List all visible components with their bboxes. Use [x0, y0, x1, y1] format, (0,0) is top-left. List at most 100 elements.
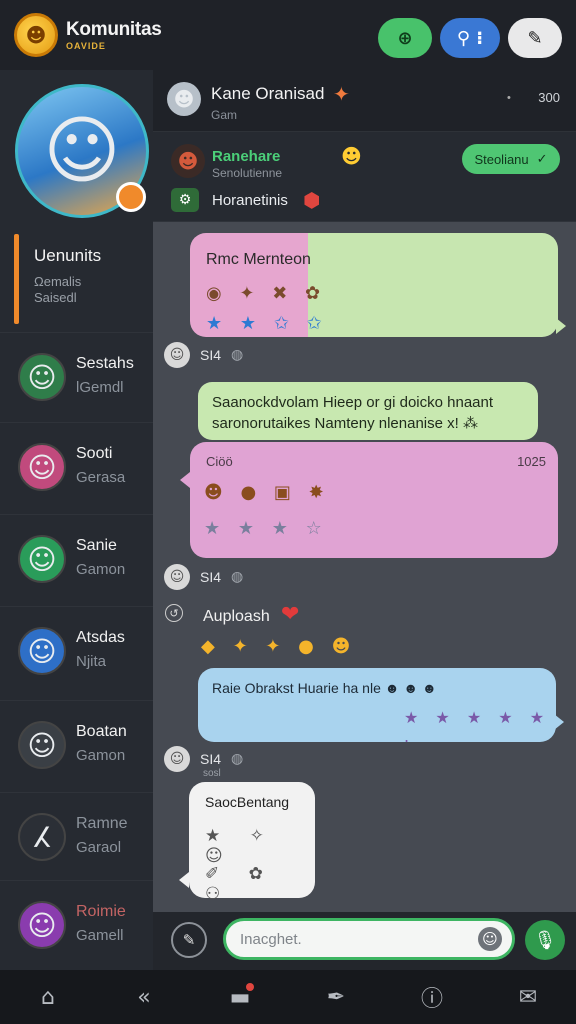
avatar: ☺: [18, 535, 66, 583]
message-input[interactable]: [240, 927, 470, 951]
sidebar-item[interactable]: ☺ Atsdas Njita: [0, 606, 153, 696]
dot-icon: •: [507, 92, 511, 104]
plain-message-text: Auploash: [203, 608, 270, 625]
sidebar-item-status: Njita: [76, 653, 107, 670]
message-title: Rmc Mernteon: [206, 251, 311, 268]
sidebar-item-status: Gamon: [76, 561, 126, 578]
header-time: 300: [538, 90, 560, 105]
subtitle-line-2: Saisedl: [34, 290, 77, 305]
emoji-row: ◉ ✦ ✖ ✿: [206, 283, 327, 304]
sidebar-item[interactable]: ☺ Boatan Gamon: [0, 700, 153, 790]
sidebar-item-active[interactable]: Uenunits Ωemalis Saisedl: [0, 234, 153, 326]
message-meta: ☺ SI4 ◍: [164, 564, 243, 590]
back-icon[interactable]: «: [124, 977, 164, 1017]
profile-face-icon: ☺: [43, 108, 121, 194]
feather-icon[interactable]: ✒: [316, 977, 356, 1017]
sidebar-item[interactable]: ☺ Sooti Gerasa: [0, 422, 153, 512]
sender-label: SI4: [200, 569, 222, 585]
sticker-row[interactable]: ★ ✧ ☺: [205, 826, 315, 866]
profile-badge: [116, 182, 146, 212]
heart-icon[interactable]: ❤: [281, 602, 299, 627]
chat-icon[interactable]: ✉: [508, 977, 548, 1017]
pinned-action-button[interactable]: Steolianu ✓: [462, 144, 560, 174]
emoji-picker-icon[interactable]: ☺: [478, 927, 502, 951]
sidebar-item-name: Sestahs: [76, 355, 134, 372]
message-bubble[interactable]: Rmc Mernteon ◉ ✦ ✖ ✿ ★ ★ ✩ ✩: [190, 233, 558, 337]
emoji-icon: ☻: [341, 144, 362, 168]
attach-button[interactable]: ✎: [171, 922, 207, 958]
sidebar-item-name: Ramne: [76, 815, 128, 832]
sidebar-item-status: Gerasa: [76, 469, 126, 486]
contact-avatar[interactable]: ☻: [167, 82, 201, 116]
emoji-row: ☻ ● ▣ ✸: [204, 482, 330, 503]
pinned-avatar[interactable]: ☻: [171, 144, 205, 178]
top-bar: ☻ Komunitas OAVIDE ⊕ ⚲ ⁝ ✎: [0, 0, 576, 70]
star-rating: ★ ★ ✩ ✩: [206, 313, 328, 334]
sidebar-item[interactable]: ⵃ Ramne Garaol: [0, 792, 153, 882]
sidebar-item-status: Garaol: [76, 839, 122, 856]
gear-icon[interactable]: ⚙: [171, 188, 199, 212]
reaction-icon[interactable]: ◍: [231, 569, 243, 585]
sidebar-item-label: Uenunits: [34, 246, 102, 265]
avatar[interactable]: ☺: [164, 564, 190, 590]
notification-badge: [246, 983, 254, 991]
avatar[interactable]: ☺: [164, 342, 190, 368]
bottom-nav: ⌂ « ▬ ✒ ⓘ ✉: [0, 970, 576, 1024]
message-meta: ☺ SI4 ◍: [164, 342, 243, 368]
notifications-icon[interactable]: ▬: [220, 977, 260, 1017]
message-title: SaocBentang: [205, 794, 290, 810]
brand-name: Komunitas: [66, 19, 162, 40]
message-list[interactable]: Rmc Mernteon ◉ ✦ ✖ ✿ ★ ★ ✩ ✩ ☺ SI4 ◍ Saa…: [153, 222, 576, 912]
reaction-icon[interactable]: ◍: [231, 751, 243, 767]
sidebar-item-status: lGemdl: [76, 379, 124, 396]
avatar[interactable]: ☺: [164, 746, 190, 772]
message-text: Saanockdvolam Hieep or gi doicko hnaant …: [212, 394, 494, 432]
message-bubble[interactable]: Raie Obrakst Huarie ha nle ☻ ☻ ☻ ★ ★ ★ ★…: [198, 668, 556, 746]
mic-button[interactable]: 🎙: [525, 920, 565, 960]
brand: Komunitas OAVIDE: [66, 19, 162, 51]
sidebar-item-name: Atsdas: [76, 629, 125, 646]
pinned-name: Ranehare: [212, 148, 281, 165]
top-actions: ⊕ ⚲ ⁝ ✎: [378, 18, 562, 58]
sticker-row[interactable]: ✐ ✿ ⚇: [205, 864, 315, 904]
sidebar-item-status: Gamell: [76, 927, 124, 944]
message-bubble[interactable]: Saanockdvolam Hieep or gi doicko hnaant …: [198, 382, 538, 440]
avatar: ☺: [18, 353, 66, 401]
sidebar-item-name: Boatan: [76, 723, 127, 740]
edit-icon: ✎: [527, 27, 543, 49]
location-button[interactable]: ⚲ ⁝: [440, 18, 500, 58]
bubble-tail: [179, 872, 189, 888]
chat-header: ☻ Kane Oranisad ✦ Gam • 300: [153, 70, 576, 132]
add-button[interactable]: ⊕: [378, 18, 432, 58]
sidebar-item[interactable]: ☺ Sestahs lGemdl: [0, 332, 153, 422]
message-bubble[interactable]: SaocBentang ★ ✧ ☺ ✐ ✿ ⚇: [189, 782, 315, 904]
sidebar-item-name: Roimie: [76, 903, 126, 920]
edit-button[interactable]: ✎: [508, 18, 562, 58]
message-field[interactable]: ☺: [223, 918, 515, 960]
message-bubble[interactable]: Ciöö 1025 ☻ ● ▣ ✸ ★ ★ ★ ☆: [190, 442, 558, 558]
gift-icon: ⬢: [303, 188, 321, 212]
star-rating: ★ ★ ★ ★ ★ .: [404, 708, 551, 746]
sidebar-item-name: Sooti: [76, 445, 113, 462]
message-time: 1025: [517, 454, 546, 469]
location-pin-icon: ⚲ ⁝: [456, 27, 484, 49]
sidebar: ☺ Uenunits Ωemalis Saisedl ☺ Sestahs lGe…: [0, 70, 153, 970]
info-icon[interactable]: ⓘ: [412, 977, 452, 1017]
sender-sublabel: sosl: [203, 768, 221, 779]
bubble-tail: [554, 714, 564, 730]
brand-subtitle: OAVIDE: [66, 41, 106, 51]
avatar: ☺: [18, 627, 66, 675]
reply-icon[interactable]: ↺: [165, 604, 183, 622]
sidebar-item-subtitle: Ωemalis Saisedl: [34, 274, 81, 306]
active-indicator: [14, 234, 19, 324]
avatar: ☺: [18, 443, 66, 491]
reaction-icon[interactable]: ◍: [231, 347, 243, 363]
pinned-card: ☻ Ranehare Senolutienne ☻ Steolianu ✓ ⚙ …: [153, 132, 576, 222]
sidebar-item-name: Sanie: [76, 537, 117, 554]
pinned-topic: Horanetinis: [212, 192, 288, 209]
sidebar-item[interactable]: ☺ Roimie Gamell: [0, 880, 153, 970]
bubble-tail: [556, 318, 566, 334]
pinned-subtitle: Senolutienne: [212, 166, 283, 180]
home-icon[interactable]: ⌂: [28, 977, 68, 1017]
sidebar-item[interactable]: ☺ Sanie Gamon: [0, 514, 153, 604]
